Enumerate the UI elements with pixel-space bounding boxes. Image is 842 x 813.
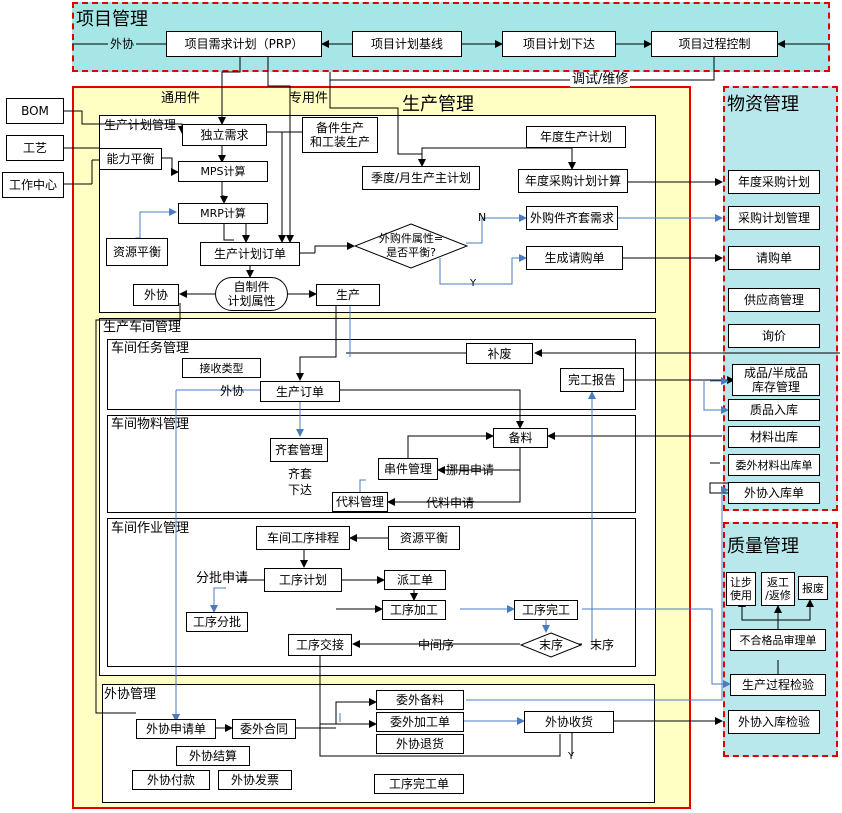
rework-box[interactable]: 返工 /返修 (761, 572, 795, 606)
outsource-settlement-box[interactable]: 外协结算 (176, 746, 250, 766)
split-request-label: 分批申请 (196, 571, 249, 586)
purchase-plan-management-box[interactable]: 采购计划管理 (728, 206, 820, 230)
outsource-request-box[interactable]: 外协申请单 (136, 719, 216, 739)
plan-baseline-box[interactable]: 项目计划基线 (352, 31, 462, 57)
capacity-balance-box[interactable]: 能力平衡 (99, 148, 162, 170)
quarterly-master-plan-box[interactable]: 季度/月生产主计划 (362, 166, 480, 190)
purchase-request-box[interactable]: 请购单 (728, 246, 820, 270)
workshop-title: 生产车间管理 (103, 320, 182, 335)
receive-type-box[interactable]: 接收类型 (182, 358, 261, 378)
general-parts-label: 通用件 (161, 91, 201, 106)
inquiry-box[interactable]: 询价 (728, 324, 820, 348)
process-handover-box[interactable]: 工序交接 (288, 634, 352, 656)
project-management-title: 项目管理 (76, 9, 148, 30)
outsource-return-box[interactable]: 外协退货 (376, 734, 464, 754)
production-plan-order-box[interactable]: 生产计划订单 (200, 242, 300, 266)
borrow-management-box[interactable]: 串件管理 (378, 458, 438, 480)
resource-balance-box[interactable]: 资源平衡 (106, 238, 168, 266)
task-management-title: 车间任务管理 (111, 341, 190, 356)
produce-box[interactable]: 生产 (316, 284, 380, 306)
material-management-title: 物资管理 (727, 94, 799, 115)
mrp-calc-box[interactable]: MRP计算 (178, 203, 268, 224)
production-order-box[interactable]: 生产订单 (260, 381, 340, 402)
completion-report-box[interactable]: 完工报告 (560, 368, 624, 392)
annual-purchase-plan-box[interactable]: 年度采购计划 (728, 170, 820, 194)
quality-warehouse-in-box[interactable]: 质品入库 (728, 399, 820, 421)
process-input-box[interactable]: 工艺 (6, 135, 64, 161)
prp-box[interactable]: 项目需求计划（PRP） (166, 31, 322, 57)
outsource-material-out-box[interactable]: 委外材料出库单 (728, 454, 820, 476)
annual-production-plan-box[interactable]: 年度生产计划 (526, 126, 626, 148)
process-inspection-box[interactable]: 生产过程检验 (730, 674, 826, 696)
outsource-warehouse-in-box[interactable]: 外协入库单 (728, 482, 820, 504)
finished-stock-box[interactable]: 成品/半成品 库存管理 (732, 364, 820, 396)
material-management-subtitle: 车间物料管理 (111, 417, 190, 432)
annual-purchase-calc-box[interactable]: 年度采购计划计算 (518, 169, 628, 193)
outsourcing-management-title: 外协管理 (104, 687, 157, 702)
outsource-contract-box[interactable]: 委外合同 (232, 719, 296, 739)
outsource-inspection-box[interactable]: 外协入库检验 (728, 710, 820, 734)
process-complete-box[interactable]: 工序完工 (514, 600, 578, 620)
decision-text: 外购件属性= 是否平衡? (378, 232, 444, 259)
balance-decision-diamond[interactable]: 外购件属性= 是否平衡? (353, 223, 469, 269)
self-made-attribute-box[interactable]: 自制件 计划属性 (215, 277, 288, 311)
workcenter-input-box[interactable]: 工作中心 (2, 172, 64, 198)
last-process-decision[interactable]: 末序 (519, 632, 583, 658)
decision-y-label: Y (470, 278, 477, 289)
mps-calc-box[interactable]: MPS计算 (178, 161, 268, 182)
operation-resource-balance-box[interactable]: 资源平衡 (388, 526, 460, 550)
material-out-box[interactable]: 材料出库 (728, 426, 820, 448)
outsource-invoice-box[interactable]: 外协发票 (218, 770, 292, 790)
process-complete-order-box[interactable]: 工序完工单 (374, 774, 464, 794)
outsource-processing-order-box[interactable]: 委外加工单 (376, 712, 464, 732)
quality-management-title: 质量管理 (727, 536, 799, 557)
substitute-request-label: 代料申请 (426, 496, 475, 510)
outsource-material-prep-box[interactable]: 委外备料 (376, 690, 464, 710)
spare-parts-box[interactable]: 备件生产 和工装生产 (302, 117, 378, 153)
planning-outsourcing-box[interactable]: 外协 (133, 284, 179, 306)
independent-demand-box[interactable]: 独立需求 (182, 124, 267, 146)
operation-management-subtitle: 车间作业管理 (111, 521, 190, 536)
supplement-scrap-box[interactable]: 补废 (466, 343, 533, 364)
purchase-kit-demand-box[interactable]: 外购件齐套需求 (526, 206, 618, 230)
plan-release-box[interactable]: 项目计划下达 (502, 31, 616, 57)
middle-process-label: 中间序 (418, 638, 455, 652)
dispatch-order-box[interactable]: 派工单 (384, 570, 446, 590)
nonconforming-review-box[interactable]: 不合格品审理单 (730, 629, 826, 651)
project-outsourcing-label: 外协 (108, 37, 137, 51)
debug-maintenance-label: 调试/维修 (570, 72, 631, 87)
process-processing-box[interactable]: 工序加工 (382, 600, 446, 620)
last-process-label: 末序 (590, 638, 615, 652)
decision-n-label: N (478, 211, 487, 224)
planning-title: 生产计划管理 (104, 118, 177, 132)
outsource-receiving-box[interactable]: 外协收货 (524, 711, 614, 733)
kit-release-label: 齐套 下达 (288, 467, 313, 497)
outsource-payment-box[interactable]: 外协付款 (132, 770, 210, 790)
last-process-decision-text: 末序 (538, 638, 563, 652)
borrow-request-label: 挪用申请 (446, 463, 495, 477)
special-parts-label: 专用件 (289, 91, 329, 106)
process-split-box[interactable]: 工序分批 (186, 612, 248, 632)
workshop-sequencing-box[interactable]: 车间工序排程 (256, 526, 350, 550)
process-plan-box[interactable]: 工序计划 (264, 568, 342, 592)
task-outsourcing-label: 外协 (220, 384, 245, 398)
supplier-management-box[interactable]: 供应商管理 (728, 288, 820, 312)
outsource-y-label: Y (568, 751, 575, 762)
process-control-box[interactable]: 项目过程控制 (651, 31, 778, 57)
production-management-title: 生产管理 (402, 94, 474, 115)
concession-box[interactable]: 让步 使用 (726, 572, 756, 606)
prepare-material-box[interactable]: 备料 (493, 428, 548, 448)
bom-input-box[interactable]: BOM (6, 98, 64, 124)
substitute-management-box[interactable]: 代料管理 (332, 492, 388, 512)
kit-management-box[interactable]: 齐套管理 (270, 438, 328, 462)
scrap-box[interactable]: 报废 (798, 576, 828, 600)
generate-purchase-request-box[interactable]: 生成请购单 (526, 246, 623, 270)
